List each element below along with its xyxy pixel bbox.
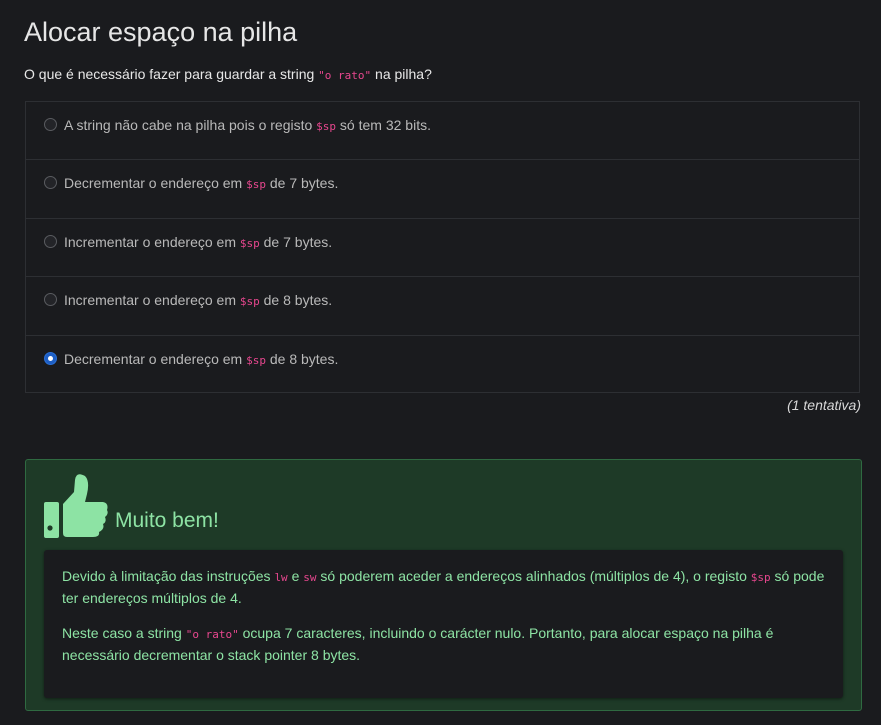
option-5-code: $sp	[246, 353, 266, 367]
page-title: Alocar espaço na pilha	[24, 17, 298, 47]
feedback-title: Muito bem!	[115, 509, 219, 532]
option-4-label: Incrementar o endereço em $sp de 8 bytes…	[64, 292, 332, 308]
question-code: "o rato"	[318, 69, 372, 82]
question-text-after: na pilha?	[371, 66, 432, 82]
option-2-text-before: Decrementar o endereço em	[64, 175, 247, 192]
question-text: O que é necessário fazer para guardar a …	[24, 66, 432, 82]
explanation-1-code-lw: lw	[274, 571, 288, 584]
thumbs-up-icon	[44, 474, 108, 538]
option-1-text-before: A string não cabe na pilha pois o regist…	[64, 117, 317, 133]
option-2-text-after: de 7 bytes.	[265, 175, 339, 192]
option-4-code: $sp	[239, 295, 260, 309]
option-5-text-after: de 8 bytes.	[265, 350, 339, 367]
attempts-count: (1 tentativa)	[787, 397, 861, 413]
answer-options: A string não cabe na pilha pois o regist…	[25, 101, 860, 393]
option-3-code: $sp	[239, 236, 260, 250]
option-3[interactable]: Incrementar o endereço em $sp de 7 bytes…	[26, 219, 859, 278]
explanation-box: Devido à limitação das instruções lw e s…	[44, 550, 843, 698]
option-4-text-after: de 8 bytes.	[259, 292, 333, 309]
option-5-radio-selected[interactable]	[44, 351, 57, 365]
option-5-label: Decrementar o endereço em $sp de 8 bytes…	[64, 351, 338, 367]
option-5[interactable]: Decrementar o endereço em $sp de 8 bytes…	[26, 336, 859, 394]
option-4-text-before: Incrementar o endereço em	[64, 292, 240, 309]
option-2[interactable]: Decrementar o endereço em $sp de 7 bytes…	[26, 160, 859, 219]
option-3-radio[interactable]	[44, 234, 57, 248]
explanation-1-text-3: só poderem aceder a endereços alinhados …	[316, 568, 751, 584]
option-2-code: $sp	[246, 178, 266, 192]
option-4-radio[interactable]	[44, 293, 57, 307]
question-text-before: O que é necessário fazer para guardar a …	[24, 66, 319, 82]
explanation-1-code-sw: sw	[303, 571, 317, 584]
explanation-1-text-1: Devido à limitação das instruções	[62, 568, 275, 584]
option-4[interactable]: Incrementar o endereço em $sp de 8 bytes…	[26, 277, 859, 336]
option-1-text-after: só tem 32 bits.	[336, 117, 431, 133]
option-1-label: A string não cabe na pilha pois o regist…	[64, 117, 431, 133]
explanation-paragraph-1: Devido à limitação das instruções lw e s…	[62, 566, 825, 609]
option-5-text-before: Decrementar o endereço em	[64, 350, 247, 367]
option-1-radio[interactable]	[44, 118, 57, 131]
explanation-paragraph-2: Neste caso a string "o rato" ocupa 7 car…	[62, 623, 825, 666]
explanation-2-text-1: Neste caso a string	[62, 625, 186, 641]
option-2-radio[interactable]	[44, 176, 57, 190]
explanation-1-code-sp: $sp	[750, 571, 771, 584]
explanation-1-text-2: e	[287, 568, 304, 584]
option-3-text-after: de 7 bytes.	[259, 233, 333, 250]
option-2-label: Decrementar o endereço em $sp de 7 bytes…	[64, 175, 338, 191]
feedback-panel: Muito bem! Devido à limitação das instru…	[25, 459, 862, 711]
option-1-code: $sp	[316, 120, 337, 133]
explanation-2-code: "o rato"	[185, 628, 239, 641]
option-3-text-before: Incrementar o endereço em	[64, 233, 240, 250]
option-1[interactable]: A string não cabe na pilha pois o regist…	[26, 102, 859, 161]
option-3-label: Incrementar o endereço em $sp de 7 bytes…	[64, 234, 332, 250]
